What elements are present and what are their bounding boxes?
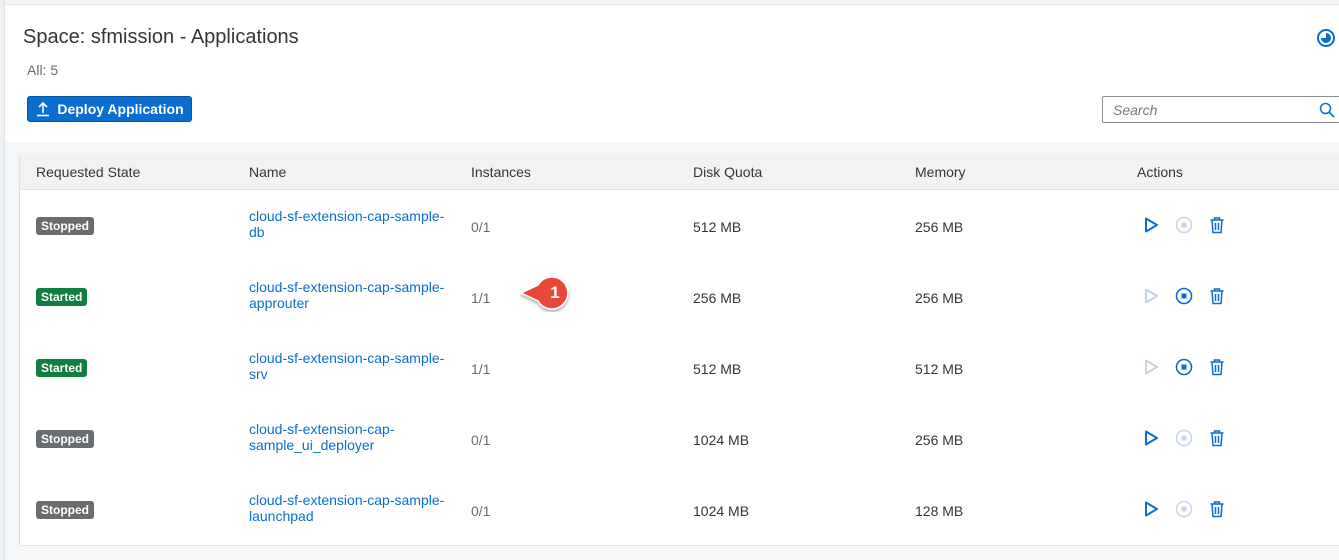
stop-icon[interactable] bbox=[1175, 500, 1193, 518]
status-badge: Stopped bbox=[36, 501, 94, 519]
memory-value: 256 MB bbox=[915, 290, 964, 306]
trash-icon[interactable] bbox=[1208, 287, 1226, 305]
app-name-link[interactable]: cloud-sf-extension-cap-sample-db bbox=[249, 208, 459, 240]
table-row[interactable]: Stopped cloud-sf-extension-cap-sample-la… bbox=[20, 474, 1339, 546]
disk-quota-value: 256 MB bbox=[693, 290, 742, 306]
memory-value: 512 MB bbox=[915, 361, 964, 377]
callout-number: 1 bbox=[550, 283, 560, 302]
play-icon[interactable] bbox=[1142, 287, 1160, 305]
applications-table: Requested State Name Instances Disk Quot… bbox=[19, 155, 1339, 546]
help-circle-icon[interactable] bbox=[1316, 28, 1336, 48]
status-badge: Stopped bbox=[36, 217, 94, 235]
disk-quota-value: 1024 MB bbox=[693, 432, 750, 448]
disk-quota-value: 512 MB bbox=[693, 219, 742, 235]
trash-icon[interactable] bbox=[1208, 500, 1226, 518]
search-icon[interactable] bbox=[1319, 102, 1335, 118]
column-header-instances[interactable]: Instances bbox=[471, 164, 531, 180]
column-header-name[interactable]: Name bbox=[249, 164, 286, 180]
status-badge: Started bbox=[36, 359, 88, 377]
table-header: Requested State Name Instances Disk Quot… bbox=[20, 155, 1339, 190]
page-title: Space: sfmission - Applications bbox=[23, 26, 299, 48]
instances-value: 1/1 bbox=[471, 290, 491, 306]
disk-quota-value: 1024 MB bbox=[693, 503, 750, 519]
instances-value: 0/1 bbox=[471, 219, 491, 235]
memory-value: 128 MB bbox=[915, 503, 964, 519]
memory-value: 256 MB bbox=[915, 432, 964, 448]
trash-icon[interactable] bbox=[1208, 216, 1226, 234]
instances-value: 1/1 bbox=[471, 361, 491, 377]
stop-icon[interactable] bbox=[1175, 358, 1193, 376]
status-badge: Stopped bbox=[36, 430, 94, 448]
play-icon[interactable] bbox=[1142, 500, 1160, 518]
play-icon[interactable] bbox=[1142, 429, 1160, 447]
memory-value: 256 MB bbox=[915, 219, 964, 235]
table-row[interactable]: Stopped cloud-sf-extension-cap-sample_ui… bbox=[20, 403, 1339, 475]
column-header-memory[interactable]: Memory bbox=[915, 164, 966, 180]
search-input[interactable] bbox=[1103, 97, 1323, 122]
column-header-requested-state[interactable]: Requested State bbox=[36, 164, 140, 180]
table-row[interactable]: Stopped cloud-sf-extension-cap-sample-db… bbox=[20, 190, 1339, 262]
app-name-link[interactable]: cloud-sf-extension-cap-sample-approuter bbox=[249, 279, 459, 311]
page-header: Space: sfmission - Applications All: 5 D… bbox=[5, 4, 1339, 142]
instances-value: 0/1 bbox=[471, 503, 491, 519]
app-name-link[interactable]: cloud-sf-extension-cap-sample-srv bbox=[249, 350, 459, 382]
deploy-application-button[interactable]: Deploy Application bbox=[27, 96, 192, 122]
trash-icon[interactable] bbox=[1208, 429, 1226, 447]
instances-value: 0/1 bbox=[471, 432, 491, 448]
status-badge: Started bbox=[36, 288, 88, 306]
column-header-actions: Actions bbox=[1137, 164, 1183, 180]
stop-icon[interactable] bbox=[1175, 287, 1193, 305]
stop-icon[interactable] bbox=[1175, 429, 1193, 447]
stop-icon[interactable] bbox=[1175, 216, 1193, 234]
search-field[interactable] bbox=[1102, 96, 1339, 123]
item-count: All: 5 bbox=[27, 62, 59, 78]
play-icon[interactable] bbox=[1142, 216, 1160, 234]
table-row[interactable]: Started cloud-sf-extension-cap-sample-ap… bbox=[20, 261, 1339, 333]
upload-icon bbox=[37, 101, 50, 117]
app-name-link[interactable]: cloud-sf-extension-cap-sample-launchpad bbox=[249, 492, 459, 524]
table-row[interactable]: Started cloud-sf-extension-cap-sample-sr… bbox=[20, 332, 1339, 404]
trash-icon[interactable] bbox=[1208, 358, 1226, 376]
disk-quota-value: 512 MB bbox=[693, 361, 742, 377]
deploy-application-label: Deploy Application bbox=[57, 101, 184, 117]
app-name-link[interactable]: cloud-sf-extension-cap-sample_ui_deploye… bbox=[249, 421, 409, 453]
column-header-disk-quota[interactable]: Disk Quota bbox=[693, 164, 762, 180]
play-icon[interactable] bbox=[1142, 358, 1160, 376]
